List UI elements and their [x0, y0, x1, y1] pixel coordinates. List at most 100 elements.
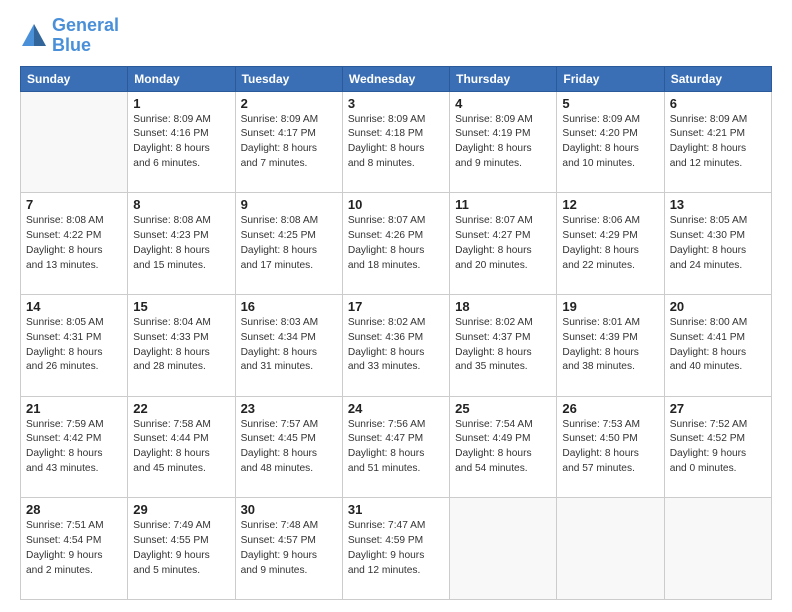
calendar-cell: 27 Sunrise: 7:52 AMSunset: 4:52 PMDayligh… — [664, 396, 771, 498]
calendar-cell: 29 Sunrise: 7:49 AMSunset: 4:55 PMDayligh… — [128, 498, 235, 600]
day-number: 30 — [241, 502, 337, 517]
calendar-cell: 17 Sunrise: 8:02 AMSunset: 4:36 PMDayligh… — [342, 294, 449, 396]
day-number: 12 — [562, 197, 658, 212]
calendar-week-2: 7Sunrise: 8:08 AMSunset: 4:22 PMDaylight… — [21, 193, 772, 295]
day-info: Sunrise: 8:09 AMSunset: 4:21 PMDaylight:… — [670, 113, 766, 172]
day-number: 14 — [26, 299, 122, 314]
calendar-cell: 23Sunrise: 7:57 AMSunset: 4:45 PMDayligh… — [235, 396, 342, 498]
day-number: 17 — [348, 299, 444, 314]
day-info: Sunrise: 8:07 AMSunset: 4:27 PMDaylight:… — [455, 214, 551, 273]
calendar-cell: 4 Sunrise: 8:09 AMSunset: 4:19 PMDaylight… — [450, 91, 557, 193]
weekday-header-saturday: Saturday — [664, 66, 771, 91]
day-info: Sunrise: 8:08 AMSunset: 4:22 PMDaylight:… — [26, 214, 122, 273]
calendar-cell: 3Sunrise: 8:09 AMSunset: 4:18 PMDaylight… — [342, 91, 449, 193]
calendar-week-3: 14 Sunrise: 8:05 AMSunset: 4:31 PMDayligh… — [21, 294, 772, 396]
calendar-cell: 25 Sunrise: 7:54 AMSunset: 4:49 PMDayligh… — [450, 396, 557, 498]
day-info: Sunrise: 8:02 AMSunset: 4:36 PMDaylight:… — [348, 316, 444, 375]
day-info: Sunrise: 7:53 AMSunset: 4:50 PMDaylight:… — [562, 418, 658, 477]
calendar-cell — [450, 498, 557, 600]
calendar-cell: 15 Sunrise: 8:04 AMSunset: 4:33 PMDayligh… — [128, 294, 235, 396]
day-info: Sunrise: 7:59 AMSunset: 4:42 PMDaylight:… — [26, 418, 122, 477]
day-info: Sunrise: 8:04 AMSunset: 4:33 PMDaylight:… — [133, 316, 229, 375]
day-info: Sunrise: 8:05 AMSunset: 4:30 PMDaylight:… — [670, 214, 766, 273]
weekday-header-thursday: Thursday — [450, 66, 557, 91]
weekday-header-tuesday: Tuesday — [235, 66, 342, 91]
day-info: Sunrise: 8:09 AMSunset: 4:17 PMDaylight:… — [241, 113, 337, 172]
calendar-cell: 2 Sunrise: 8:09 AMSunset: 4:17 PMDaylight… — [235, 91, 342, 193]
day-number: 10 — [348, 197, 444, 212]
day-info: Sunrise: 7:49 AMSunset: 4:55 PMDaylight:… — [133, 519, 229, 578]
day-info: Sunrise: 8:00 AMSunset: 4:41 PMDaylight:… — [670, 316, 766, 375]
calendar-cell: 5 Sunrise: 8:09 AMSunset: 4:20 PMDaylight… — [557, 91, 664, 193]
day-number: 8 — [133, 197, 229, 212]
weekday-header-friday: Friday — [557, 66, 664, 91]
day-info: Sunrise: 7:58 AMSunset: 4:44 PMDaylight:… — [133, 418, 229, 477]
day-info: Sunrise: 8:08 AMSunset: 4:23 PMDaylight:… — [133, 214, 229, 273]
day-number: 16 — [241, 299, 337, 314]
day-info: Sunrise: 7:48 AMSunset: 4:57 PMDaylight:… — [241, 519, 337, 578]
weekday-header-monday: Monday — [128, 66, 235, 91]
day-number: 4 — [455, 96, 551, 111]
weekday-header-row: SundayMondayTuesdayWednesdayThursdayFrid… — [21, 66, 772, 91]
header: General Blue — [20, 16, 772, 56]
calendar-cell — [21, 91, 128, 193]
day-info: Sunrise: 8:09 AMSunset: 4:19 PMDaylight:… — [455, 113, 551, 172]
day-number: 25 — [455, 401, 551, 416]
calendar-cell: 18 Sunrise: 8:02 AMSunset: 4:37 PMDayligh… — [450, 294, 557, 396]
day-info: Sunrise: 7:54 AMSunset: 4:49 PMDaylight:… — [455, 418, 551, 477]
day-number: 29 — [133, 502, 229, 517]
calendar-cell: 12Sunrise: 8:06 AMSunset: 4:29 PMDayligh… — [557, 193, 664, 295]
calendar-table: SundayMondayTuesdayWednesdayThursdayFrid… — [20, 66, 772, 600]
day-number: 22 — [133, 401, 229, 416]
calendar-cell: 11 Sunrise: 8:07 AMSunset: 4:27 PMDayligh… — [450, 193, 557, 295]
day-number: 3 — [348, 96, 444, 111]
day-number: 18 — [455, 299, 551, 314]
page: General Blue SundayMondayTuesdayWednesda… — [0, 0, 792, 612]
day-info: Sunrise: 8:03 AMSunset: 4:34 PMDaylight:… — [241, 316, 337, 375]
day-info: Sunrise: 8:07 AMSunset: 4:26 PMDaylight:… — [348, 214, 444, 273]
day-info: Sunrise: 8:08 AMSunset: 4:25 PMDaylight:… — [241, 214, 337, 273]
day-number: 31 — [348, 502, 444, 517]
day-info: Sunrise: 7:56 AMSunset: 4:47 PMDaylight:… — [348, 418, 444, 477]
day-number: 1 — [133, 96, 229, 111]
day-number: 13 — [670, 197, 766, 212]
day-number: 9 — [241, 197, 337, 212]
day-number: 2 — [241, 96, 337, 111]
day-info: Sunrise: 8:02 AMSunset: 4:37 PMDaylight:… — [455, 316, 551, 375]
calendar-cell: 22 Sunrise: 7:58 AMSunset: 4:44 PMDayligh… — [128, 396, 235, 498]
calendar-cell: 13 Sunrise: 8:05 AMSunset: 4:30 PMDayligh… — [664, 193, 771, 295]
day-info: Sunrise: 8:05 AMSunset: 4:31 PMDaylight:… — [26, 316, 122, 375]
calendar-cell: 26 Sunrise: 7:53 AMSunset: 4:50 PMDayligh… — [557, 396, 664, 498]
day-number: 28 — [26, 502, 122, 517]
calendar-cell: 8 Sunrise: 8:08 AMSunset: 4:23 PMDaylight… — [128, 193, 235, 295]
day-number: 11 — [455, 197, 551, 212]
calendar-cell: 9 Sunrise: 8:08 AMSunset: 4:25 PMDaylight… — [235, 193, 342, 295]
calendar-cell: 21Sunrise: 7:59 AMSunset: 4:42 PMDayligh… — [21, 396, 128, 498]
day-number: 5 — [562, 96, 658, 111]
calendar-week-1: 1 Sunrise: 8:09 AMSunset: 4:16 PMDaylight… — [21, 91, 772, 193]
day-info: Sunrise: 7:47 AMSunset: 4:59 PMDaylight:… — [348, 519, 444, 578]
calendar-cell: 14 Sunrise: 8:05 AMSunset: 4:31 PMDayligh… — [21, 294, 128, 396]
calendar-cell — [557, 498, 664, 600]
calendar-cell: 28 Sunrise: 7:51 AMSunset: 4:54 PMDayligh… — [21, 498, 128, 600]
day-number: 15 — [133, 299, 229, 314]
calendar-cell: 19Sunrise: 8:01 AMSunset: 4:39 PMDayligh… — [557, 294, 664, 396]
day-number: 19 — [562, 299, 658, 314]
calendar-cell — [664, 498, 771, 600]
logo-text: General Blue — [52, 16, 119, 56]
day-number: 27 — [670, 401, 766, 416]
calendar-cell: 7Sunrise: 8:08 AMSunset: 4:22 PMDaylight… — [21, 193, 128, 295]
calendar-cell: 6Sunrise: 8:09 AMSunset: 4:21 PMDaylight… — [664, 91, 771, 193]
day-info: Sunrise: 7:51 AMSunset: 4:54 PMDaylight:… — [26, 519, 122, 578]
calendar-cell: 10 Sunrise: 8:07 AMSunset: 4:26 PMDayligh… — [342, 193, 449, 295]
day-number: 24 — [348, 401, 444, 416]
day-info: Sunrise: 8:09 AMSunset: 4:16 PMDaylight:… — [133, 113, 229, 172]
weekday-header-sunday: Sunday — [21, 66, 128, 91]
day-number: 26 — [562, 401, 658, 416]
day-info: Sunrise: 8:09 AMSunset: 4:20 PMDaylight:… — [562, 113, 658, 172]
calendar-cell: 20Sunrise: 8:00 AMSunset: 4:41 PMDayligh… — [664, 294, 771, 396]
day-number: 23 — [241, 401, 337, 416]
day-info: Sunrise: 7:52 AMSunset: 4:52 PMDaylight:… — [670, 418, 766, 477]
calendar-week-5: 28 Sunrise: 7:51 AMSunset: 4:54 PMDayligh… — [21, 498, 772, 600]
calendar-cell: 31 Sunrise: 7:47 AMSunset: 4:59 PMDayligh… — [342, 498, 449, 600]
